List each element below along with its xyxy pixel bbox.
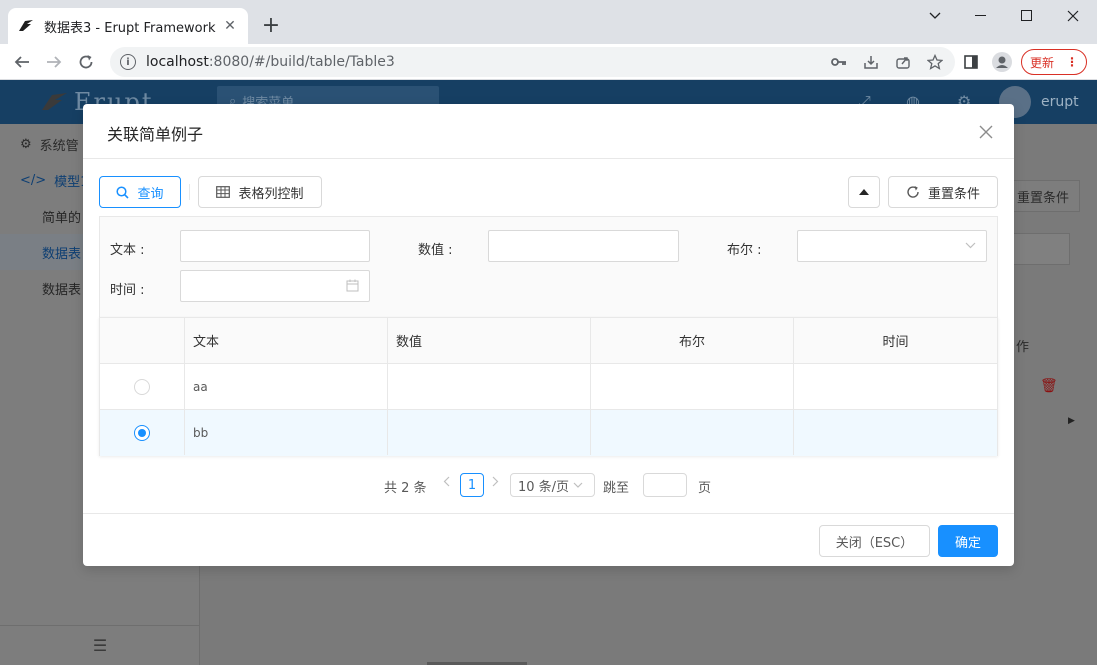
install-icon[interactable] — [861, 53, 881, 71]
key-icon[interactable] — [829, 53, 849, 71]
share-icon[interactable] — [893, 53, 913, 71]
query-button[interactable]: 查询 — [99, 176, 181, 208]
reference-select-modal: 关联简单例子 查询 表格列控制 重置条件 文本 : 数值 : 布尔 : 时间 : — [83, 104, 1014, 566]
close-icon[interactable] — [976, 122, 996, 142]
reset-conditions-button[interactable]: 重置条件 — [888, 176, 998, 208]
bookmark-star-icon[interactable] — [925, 53, 945, 71]
bg-scroll-right-icon: ▶ — [1068, 416, 1075, 426]
chevron-down-icon — [573, 482, 583, 488]
cell-bool — [591, 410, 794, 455]
erupt-favicon-icon — [18, 18, 34, 34]
cell-time — [794, 364, 997, 409]
jump-label: 跳至 — [603, 481, 630, 496]
text-label: 文本 : — [110, 243, 145, 258]
row-select-cell — [100, 364, 185, 409]
calendar-icon — [346, 279, 359, 292]
update-label: 更新 — [1029, 55, 1054, 70]
table-header-row: 文本 数值 布尔 时间 — [100, 318, 997, 364]
collapse-search-button[interactable] — [848, 176, 880, 208]
search-icon — [116, 185, 130, 199]
column-header-text[interactable]: 文本 — [185, 318, 388, 363]
modal-footer: 关闭（ESC） 确定 — [83, 513, 1014, 566]
modal-title: 关联简单例子 — [107, 125, 204, 144]
row-radio[interactable] — [134, 378, 150, 395]
more-vert-icon: ⋮ — [1066, 55, 1078, 69]
profile-avatar-icon[interactable] — [992, 52, 1012, 72]
tab-search-chevron-icon[interactable] — [912, 0, 958, 32]
browser-titlebar: 数据表3 - Erupt Framework ✕ + — [0, 0, 1097, 44]
modal-header: 关联简单例子 — [83, 104, 1014, 159]
bg-reset-button: 重置条件 — [1006, 180, 1080, 212]
row-radio-selected[interactable] — [134, 424, 150, 441]
site-info-icon[interactable]: i — [120, 54, 136, 70]
column-header-bool[interactable]: 布尔 — [591, 318, 794, 363]
column-header-time[interactable]: 时间 — [794, 318, 997, 363]
update-button[interactable]: 更新 ⋮ — [1021, 49, 1087, 75]
table-row[interactable]: bb — [100, 410, 997, 456]
tab-close-icon[interactable]: ✕ — [222, 18, 238, 34]
reload-icon[interactable] — [72, 48, 100, 76]
side-panel-icon[interactable] — [961, 52, 981, 72]
browser-toolbar: i localhost:8080/#/build/table/Table3 更新… — [0, 44, 1097, 80]
code-icon: </> — [20, 172, 47, 188]
page-item-current[interactable]: 1 — [460, 473, 484, 497]
collapse-menu-icon[interactable]: ☰ — [0, 625, 200, 665]
page-unit-label: 页 — [698, 481, 712, 496]
caret-up-icon — [859, 189, 869, 195]
cell-bool — [591, 364, 794, 409]
cell-number — [388, 364, 591, 409]
pagination-total: 共 2 条 — [384, 481, 427, 496]
close-esc-button[interactable]: 关闭（ESC） — [819, 525, 930, 557]
next-page-icon[interactable] — [492, 476, 499, 491]
tab-title: 数据表3 - Erupt Framework — [44, 20, 216, 36]
toolbar-divider — [189, 184, 190, 200]
column-header-number[interactable]: 数值 — [388, 318, 591, 363]
number-label: 数值 : — [418, 243, 453, 258]
prev-page-icon[interactable] — [443, 476, 450, 491]
cell-time — [794, 410, 997, 455]
select-column-header — [100, 318, 185, 363]
table-row[interactable]: aa — [100, 364, 997, 410]
erupt-logo-icon — [42, 93, 67, 110]
number-search-input[interactable] — [488, 230, 679, 262]
row-select-cell — [100, 410, 185, 455]
time-picker-input[interactable] — [180, 270, 370, 302]
chevron-down-icon — [965, 242, 976, 249]
table-icon — [216, 186, 231, 198]
window-close-icon[interactable] — [1050, 0, 1096, 32]
back-arrow-icon[interactable] — [8, 48, 36, 76]
reload-icon — [907, 186, 919, 198]
search-panel: 文本 : 数值 : 布尔 : 时间 : — [99, 216, 998, 318]
minimize-icon[interactable] — [958, 0, 1004, 32]
column-control-button[interactable]: 表格列控制 — [198, 176, 322, 208]
url-text: localhost:8080/#/build/table/Table3 — [146, 54, 395, 70]
bg-delete-icon: 🗑 — [1040, 378, 1058, 394]
cell-text: aa — [185, 364, 388, 409]
bg-input — [1012, 233, 1070, 265]
page-size-select[interactable]: 10 条/页 — [510, 473, 595, 497]
maximize-icon[interactable] — [1004, 0, 1050, 32]
pagination: 共 2 条 1 10 条/页 跳至 页 — [83, 472, 1014, 498]
jump-page-input[interactable] — [643, 473, 687, 497]
time-label: 时间 : — [110, 283, 145, 298]
address-bar[interactable]: i localhost:8080/#/build/table/Table3 — [110, 47, 955, 77]
bg-op-header: 作 — [1016, 340, 1030, 355]
data-table: 文本 数值 布尔 时间 aa bb — [99, 317, 998, 456]
forward-arrow-icon[interactable] — [40, 48, 68, 76]
gear-icon: ⚙ — [20, 136, 32, 152]
bool-label: 布尔 : — [727, 243, 762, 258]
confirm-button[interactable]: 确定 — [938, 525, 998, 557]
new-tab-plus-icon[interactable]: + — [258, 12, 284, 38]
cell-text: bb — [185, 410, 388, 455]
cell-number — [388, 410, 591, 455]
browser-tab[interactable]: 数据表3 - Erupt Framework ✕ — [8, 8, 248, 44]
bool-select[interactable] — [797, 230, 987, 262]
text-search-input[interactable] — [180, 230, 370, 262]
